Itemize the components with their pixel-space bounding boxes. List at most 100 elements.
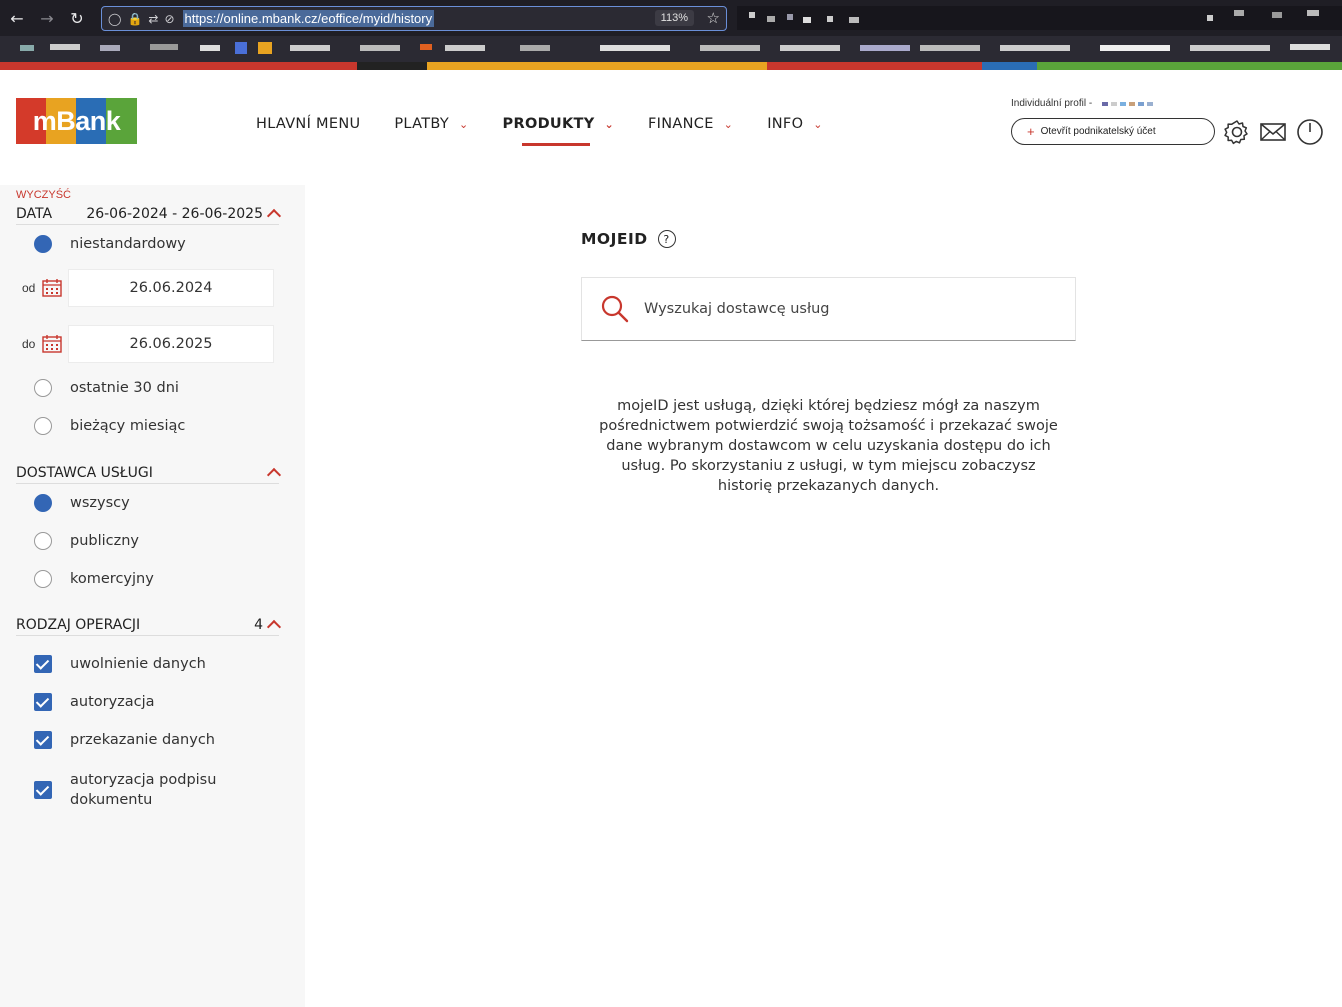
option-label: bieżący miesiąc: [70, 418, 186, 434]
provider-search-box[interactable]: [581, 277, 1076, 341]
provider-option-public[interactable]: publiczny: [34, 532, 139, 550]
option-label: uwolnienie danych: [70, 656, 206, 672]
url-text[interactable]: https://online.mbank.cz/eoffice/myid/his…: [182, 10, 435, 27]
nav-label: INFO: [767, 116, 804, 132]
toolbar-extensions: [737, 6, 1342, 30]
option-label-line: dokumentu: [70, 792, 153, 808]
nav-finance[interactable]: FINANCE ⌄: [648, 114, 733, 134]
shield-icon[interactable]: ◯: [108, 12, 121, 26]
app-header: mBank HLAVNÍ MENU PLATBY ⌄ PRODUKTY ⌄ FI…: [0, 70, 1342, 185]
browser-toolbar: ← → ↻ ◯ 🔒 ⇄ ⊘ https://online.mbank.cz/eo…: [0, 0, 1342, 36]
radio-button[interactable]: [34, 235, 52, 253]
operation-option-authorization[interactable]: autoryzacja: [34, 693, 155, 711]
date-from-row: od 26.06.2024: [16, 268, 276, 308]
chevron-up-icon[interactable]: [266, 467, 282, 483]
nav-label: HLAVNÍ MENU: [256, 116, 361, 132]
calendar-icon[interactable]: [42, 335, 62, 353]
date-from-input[interactable]: 26.06.2024: [68, 269, 274, 307]
chevron-up-icon[interactable]: [266, 208, 282, 224]
open-business-account-button[interactable]: + Otevřít podnikatelský účet: [1011, 118, 1215, 145]
date-from-label: od: [22, 281, 36, 295]
brand-stripe: [0, 62, 1342, 70]
clear-filters-link[interactable]: WYCZYŚĆ: [16, 189, 71, 201]
checkbox[interactable]: [34, 781, 52, 799]
search-icon: [601, 295, 629, 323]
provider-section-header[interactable]: DOSTAWCA USŁUGI: [16, 462, 282, 484]
bookmark-star-icon[interactable]: ☆: [707, 9, 720, 27]
radio-button[interactable]: [34, 379, 52, 397]
date-section-header[interactable]: DATA 26-06-2024 - 26-06-2025: [16, 203, 282, 225]
profile-name-redacted: [1102, 102, 1153, 106]
nav-produkty[interactable]: PRODUKTY ⌄: [502, 114, 615, 146]
mbank-logo[interactable]: mBank: [16, 98, 137, 144]
operation-section-title: RODZAJ OPERACJI: [16, 616, 141, 633]
provider-search-input[interactable]: [644, 301, 1024, 317]
page-title-text: MOJEID: [581, 230, 648, 248]
page-title: MOJEID ?: [581, 230, 676, 248]
radio-button[interactable]: [34, 532, 52, 550]
reload-icon[interactable]: ↻: [64, 5, 90, 31]
option-label: publiczny: [70, 533, 140, 549]
chevron-up-icon[interactable]: [266, 619, 282, 635]
forward-icon[interactable]: →: [34, 5, 60, 31]
nav-platby[interactable]: PLATBY ⌄: [394, 114, 468, 134]
nav-label: PRODUKTY: [502, 116, 595, 132]
date-to-label: do: [22, 337, 36, 351]
radio-button[interactable]: [34, 494, 52, 512]
operation-option-transfer[interactable]: przekazanie danych: [34, 731, 215, 749]
option-label: niestandardowy: [70, 236, 186, 252]
radio-button[interactable]: [34, 570, 52, 588]
help-icon[interactable]: ?: [657, 230, 676, 248]
date-range-value: 26-06-2024 - 26-06-2025: [86, 205, 263, 222]
chevron-down-icon: ⌄: [723, 117, 734, 131]
mojeid-description: mojeID jest usługą, dzięki której będzie…: [599, 398, 1058, 494]
provider-option-commercial[interactable]: komercyjny: [34, 570, 154, 588]
mail-icon[interactable]: [1259, 118, 1287, 146]
bookmarks-bar: [0, 36, 1342, 62]
permissions-icon[interactable]: ⇄: [148, 12, 158, 26]
back-icon[interactable]: ←: [4, 5, 30, 31]
nav-label: FINANCE: [648, 116, 714, 132]
profile-label[interactable]: Individuální profil -: [1011, 98, 1092, 109]
main-nav: HLAVNÍ MENU PLATBY ⌄ PRODUKTY ⌄ FINANCE …: [256, 114, 857, 146]
provider-section-title: DOSTAWCA USŁUGI: [16, 464, 153, 481]
plus-icon: +: [1027, 124, 1035, 139]
option-label: autoryzacja: [70, 694, 155, 710]
calendar-icon[interactable]: [42, 279, 62, 297]
chevron-down-icon: ⌄: [459, 117, 469, 131]
date-to-row: do 26.06.2025: [16, 324, 276, 364]
checkbox[interactable]: [34, 731, 52, 749]
date-section-title: DATA: [16, 205, 53, 222]
logo-text: mBank: [32, 105, 121, 136]
operation-option-signature[interactable]: autoryzacja podpisu dokumentu: [34, 770, 216, 810]
checkbox[interactable]: [34, 655, 52, 673]
date-option-current-month[interactable]: bieżący miesiąc: [34, 417, 185, 435]
power-icon[interactable]: [1296, 118, 1324, 146]
option-label: wszyscy: [70, 495, 130, 511]
settings-icon[interactable]: [1223, 118, 1251, 146]
checkbox[interactable]: [34, 693, 52, 711]
tracking-icon[interactable]: ⊘: [164, 12, 174, 26]
filter-sidebar: WYCZYŚĆ DATA 26-06-2024 - 26-06-2025 nie…: [0, 185, 305, 1007]
provider-option-all[interactable]: wszyscy: [34, 494, 130, 512]
address-bar[interactable]: ◯ 🔒 ⇄ ⊘ https://online.mbank.cz/eoffice/…: [101, 6, 727, 31]
nav-label: PLATBY: [394, 116, 450, 132]
chevron-down-icon: ⌄: [813, 117, 823, 131]
lock-icon[interactable]: 🔒: [127, 12, 142, 26]
option-label-line: autoryzacja podpisu: [70, 772, 217, 788]
operation-option-release[interactable]: uwolnienie danych: [34, 655, 206, 673]
date-option-custom[interactable]: niestandardowy: [34, 235, 186, 253]
zoom-level[interactable]: 113%: [654, 10, 694, 26]
option-label: przekazanie danych: [70, 732, 215, 748]
open-account-label: Otevřít podnikatelský účet: [1040, 126, 1156, 137]
option-label: autoryzacja podpisu dokumentu: [70, 770, 216, 810]
nav-hlavni-menu[interactable]: HLAVNÍ MENU: [256, 114, 360, 134]
operation-count: 4: [254, 616, 263, 633]
date-option-last-30[interactable]: ostatnie 30 dni: [34, 379, 179, 397]
operation-section-header[interactable]: RODZAJ OPERACJI 4: [16, 614, 282, 636]
chevron-down-icon: ⌄: [604, 117, 615, 131]
nav-info[interactable]: INFO ⌄: [767, 114, 823, 134]
option-label: ostatnie 30 dni: [70, 380, 179, 396]
radio-button[interactable]: [34, 417, 52, 435]
date-to-input[interactable]: 26.06.2025: [68, 325, 274, 363]
